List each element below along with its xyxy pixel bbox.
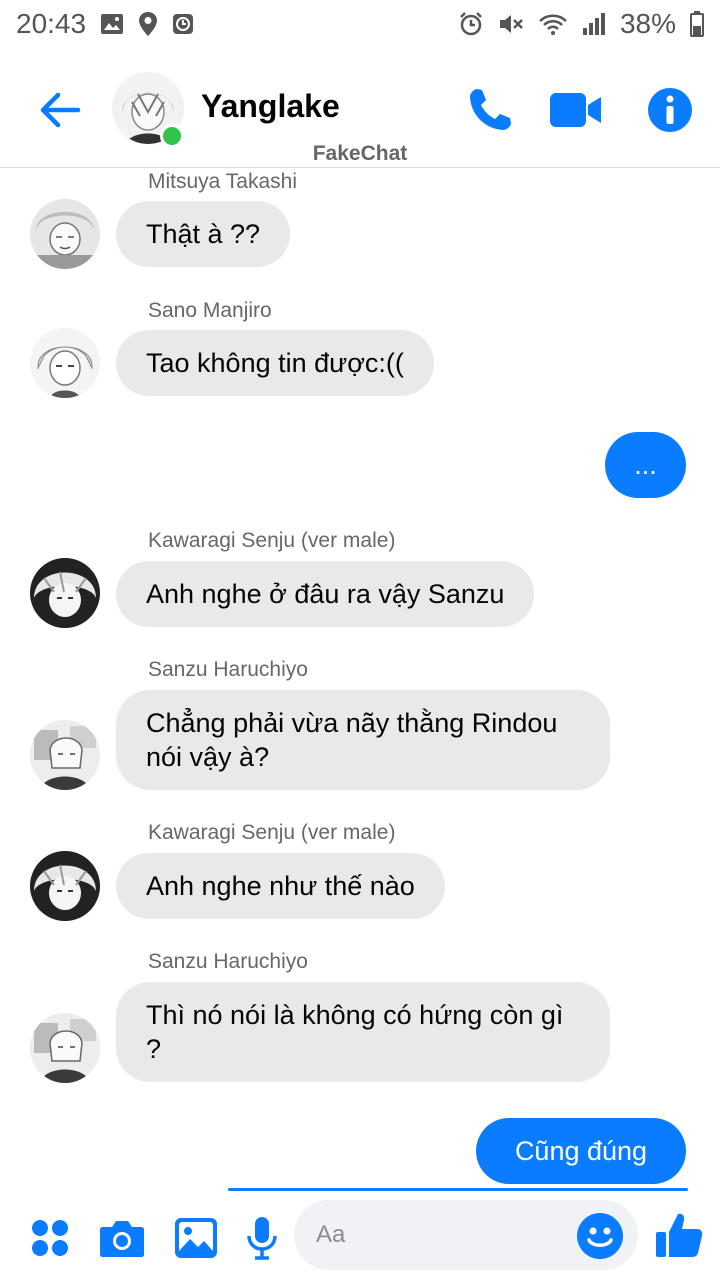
phone-icon [470,89,511,130]
thumbs-up-icon [656,1213,703,1257]
sender-name: Sanzu Haruchiyo [148,658,308,681]
like-button[interactable] [654,1210,704,1260]
wifi-icon [538,12,568,36]
camera-button[interactable] [98,1214,146,1262]
info-icon [648,88,692,132]
alarm-icon [458,11,484,37]
message-bubble-incoming[interactable]: Thì nó nói là không có hứng còn gì ? [116,982,610,1082]
back-arrow-icon [40,92,81,128]
avatar[interactable] [30,1013,100,1083]
camera-icon [100,1221,144,1257]
clock-app-icon [172,13,194,35]
info-button[interactable] [642,82,698,138]
voice-call-button[interactable] [462,82,518,138]
sender-name: Mitsuya Takashi [148,170,298,193]
sender-name: Sano Manjiro [148,299,272,322]
gallery-button[interactable] [172,1214,220,1262]
signal-icon [582,12,606,36]
status-bar: 20:43 38% [0,0,720,48]
message-bubble-incoming[interactable]: Tao không tin được:(( [116,330,434,396]
status-time: 20:43 [16,8,87,39]
gallery-notification-icon [100,13,124,35]
chat-header: Yanglake FakeChat [0,48,720,168]
scroll-indicator [228,1188,688,1191]
message-bubble-incoming[interactable]: Anh nghe ở đâu ra vậy Sanzu [116,561,535,627]
avatar[interactable] [30,851,100,921]
smiley-icon [577,1213,623,1259]
video-camera-icon [550,93,601,127]
battery-icon [690,11,704,37]
message-bubble-incoming[interactable]: Chẳng phải vừa nãy thằng Rindou nói vậy … [116,690,610,790]
message-bubble-outgoing[interactable]: ... [605,432,686,498]
more-actions-button[interactable] [26,1214,74,1262]
emoji-button[interactable] [576,1212,624,1260]
sender-name: Kawaragi Senju (ver male) [148,529,396,552]
mute-icon [498,12,524,36]
avatar[interactable] [30,720,100,790]
message-bubble-outgoing[interactable]: Cũng đúng [476,1118,686,1184]
avatar[interactable] [30,328,100,398]
message-bubble-incoming[interactable]: Anh nghe như thế nào [116,853,445,919]
avatar[interactable] [30,558,100,628]
voice-record-button[interactable] [238,1214,286,1262]
battery-percent: 38% [619,8,676,39]
video-call-button[interactable] [548,82,604,138]
sender-name: Sanzu Haruchiyo [148,950,308,973]
contact-name[interactable]: Yanglake [201,88,340,125]
apps-grid-icon [32,1220,68,1256]
avatar[interactable] [30,199,100,269]
composer-bar [0,1188,720,1280]
watermark-text: FakeChat [312,142,408,165]
microphone-icon [247,1217,277,1260]
image-icon [175,1218,217,1258]
message-bubble-incoming[interactable]: Thật à ?? [116,201,291,267]
location-icon [138,11,158,37]
sender-name: Kawaragi Senju (ver male) [148,821,396,844]
back-button[interactable] [36,86,84,134]
